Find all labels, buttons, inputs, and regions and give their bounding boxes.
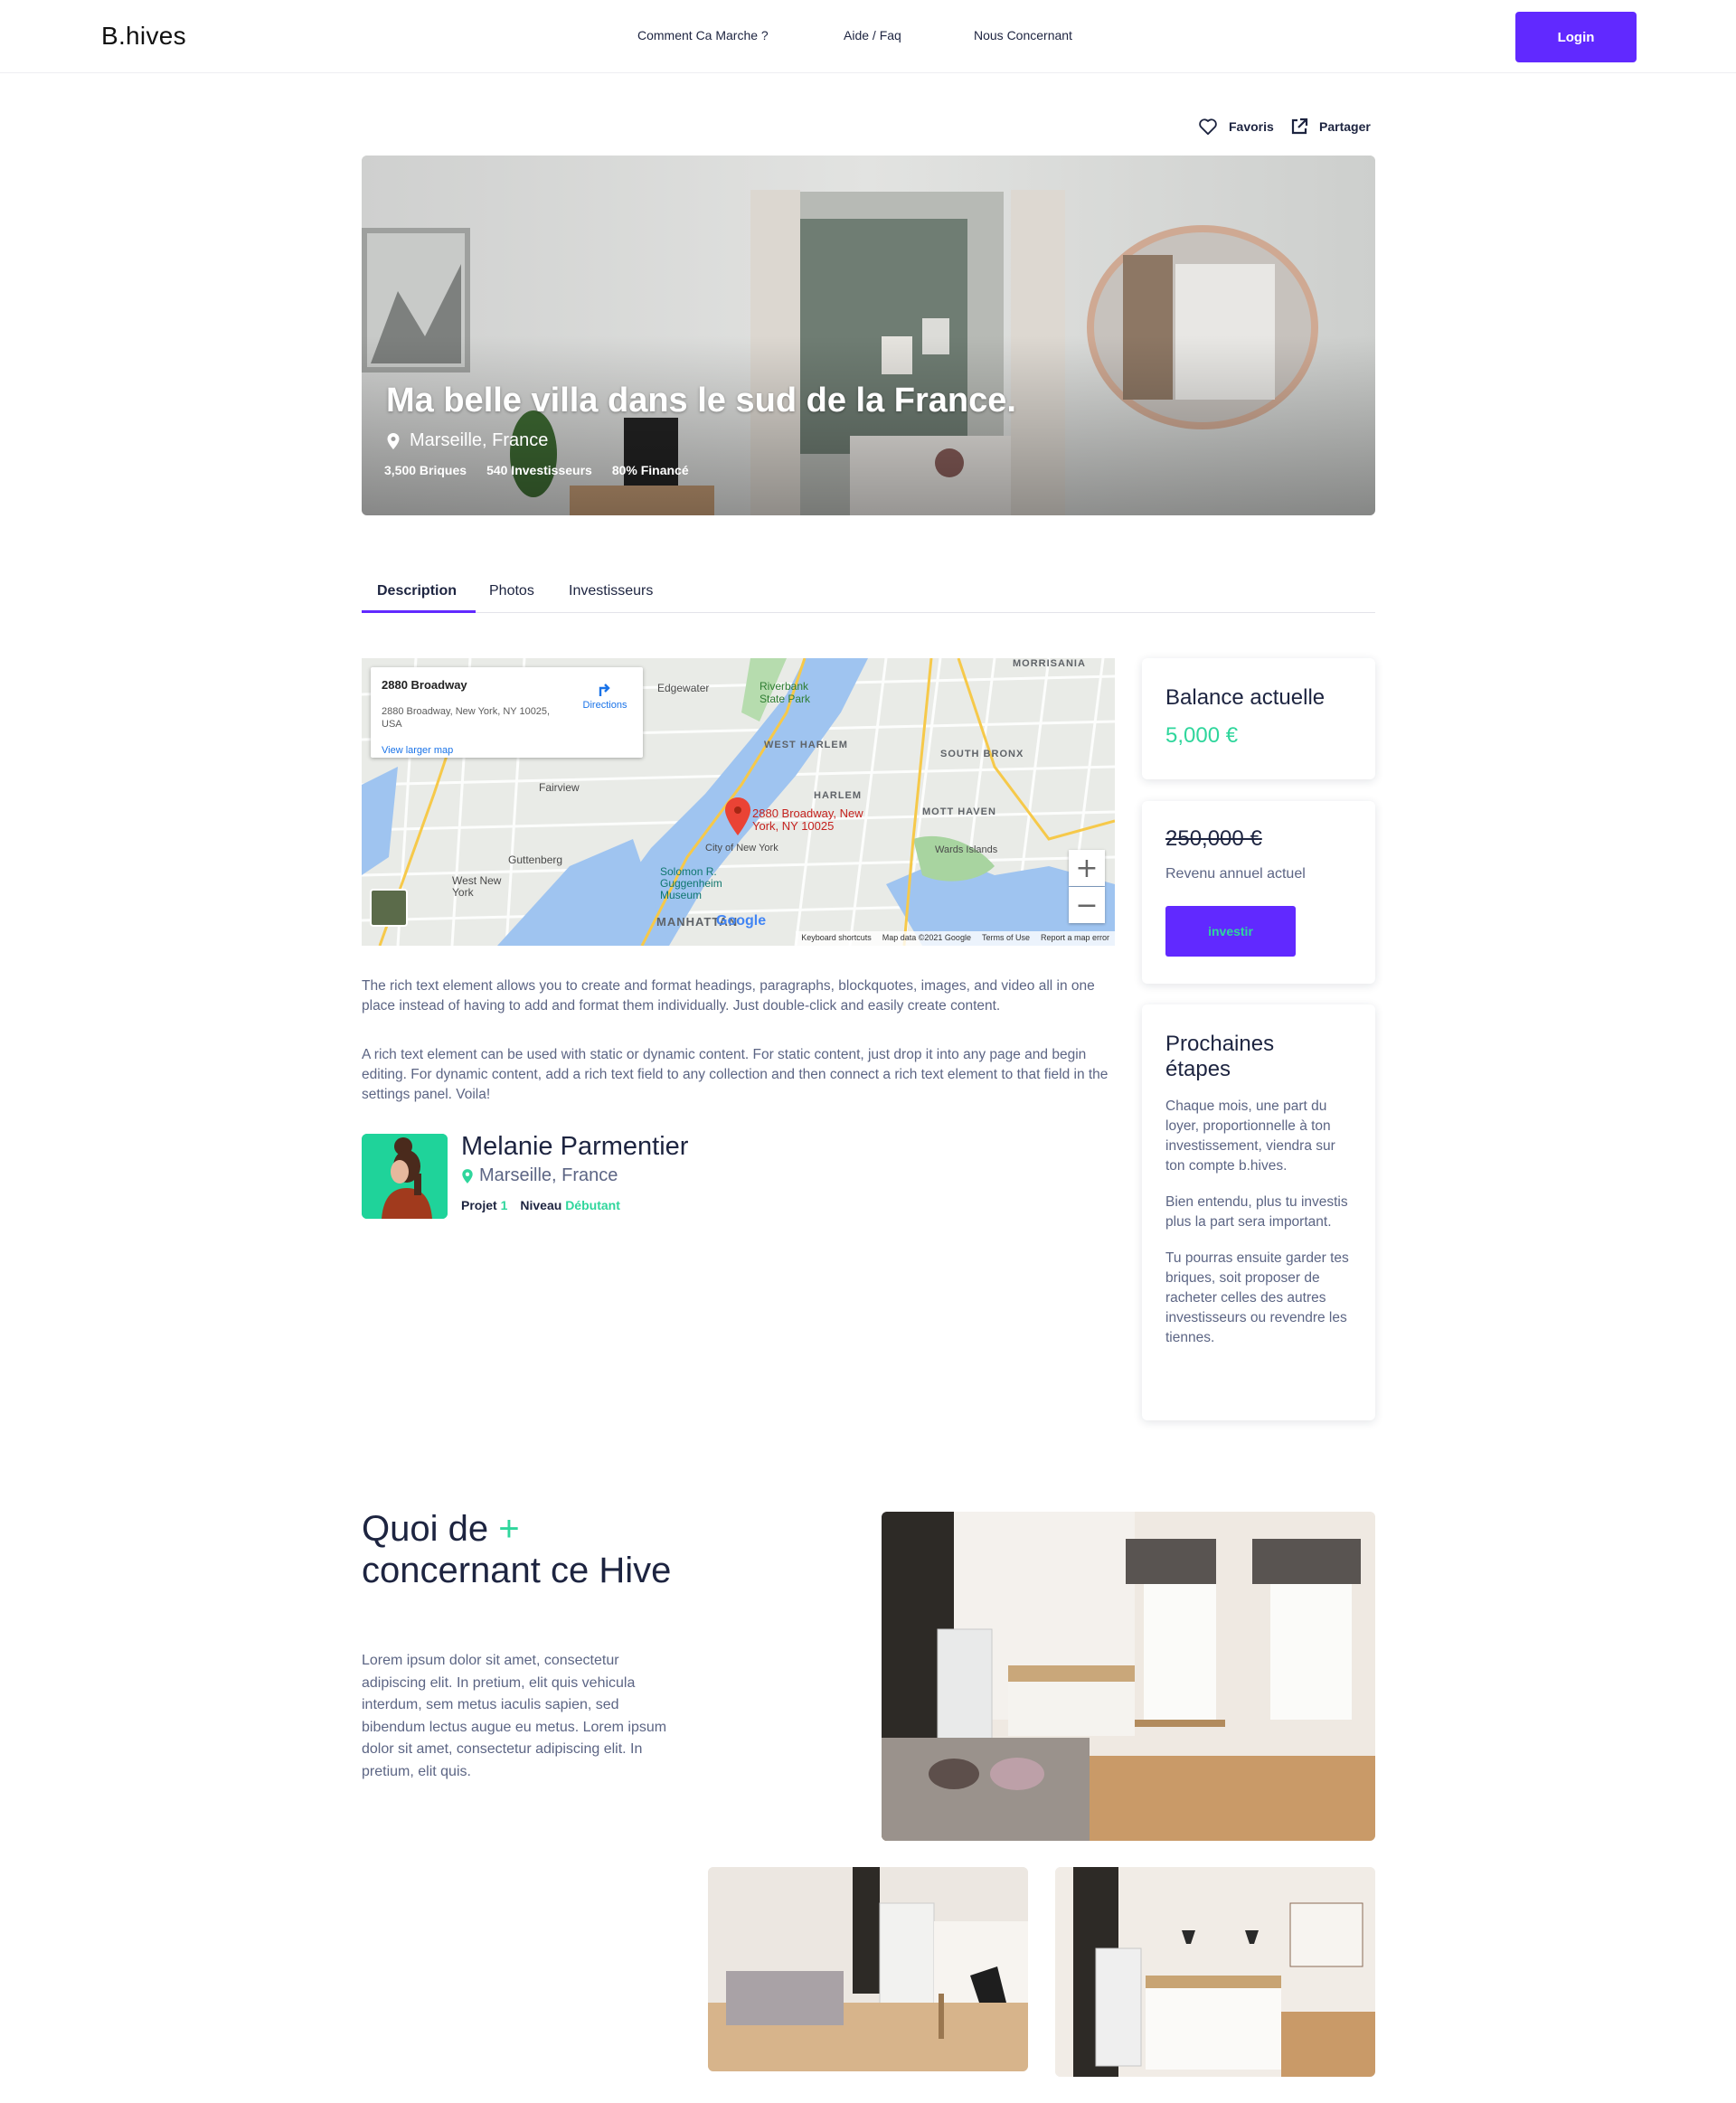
investment-card: 250,000 € Revenu annuel actuel investir (1142, 801, 1375, 984)
projects-value: 1 (500, 1198, 508, 1212)
zoom-in-button[interactable]: + (1069, 850, 1105, 886)
kitchen-image-2 (1055, 1867, 1375, 2077)
map-footer-link[interactable]: Report a map error (1041, 933, 1109, 944)
map-label: Guttenberg (508, 853, 563, 866)
map-label: Fairview (539, 781, 580, 794)
property-location: Marseille, France (386, 430, 548, 451)
map-label: MOTT HAVEN (922, 806, 996, 817)
external-link-icon (1291, 118, 1308, 135)
about-title-post: concernant ce Hive (362, 1551, 672, 1590)
heart-icon (1199, 118, 1217, 136)
location-pin-icon (462, 1168, 473, 1184)
annual-revenue-label: Revenu annuel actuel (1165, 866, 1306, 882)
tab-bar: Description Photos Investisseurs (362, 570, 1375, 613)
map-footer-link[interactable]: Keyboard shortcuts (801, 933, 872, 944)
map-label: SOUTH BRONX (940, 749, 1024, 759)
kitchen-photo-large[interactable] (882, 1512, 1375, 1841)
hero-room-photo (362, 156, 1375, 515)
kitchen-image (882, 1512, 1375, 1841)
stat-investors: 540 Investisseurs (486, 463, 592, 477)
stat-funded: 80% Financé (611, 463, 689, 477)
view-larger-map-link[interactable]: View larger map (382, 745, 453, 756)
living-photo[interactable] (708, 1867, 1028, 2071)
invest-button[interactable]: investir (1165, 906, 1296, 957)
balance-card: Balance actuelle 5,000 € (1142, 658, 1375, 779)
about-text: Lorem ipsum dolor sit amet, consectetur … (362, 1653, 667, 1779)
next-steps-title: Prochaines étapes (1165, 1032, 1275, 1081)
logo[interactable]: B.hives (101, 22, 186, 51)
balance-title: Balance actuelle (1165, 685, 1326, 710)
login-button[interactable]: Login (1515, 12, 1637, 62)
about-title-pre: Quoi de (362, 1509, 499, 1549)
map-label: MORRISANIA (1013, 658, 1086, 669)
owner-level: Niveau Débutant (520, 1198, 619, 1212)
map-footer-text: Map data ©2021 Google (882, 933, 971, 942)
share-button[interactable]: Partager (1290, 118, 1371, 136)
map-place-card: 2880 Broadway 2880 Broadway, New York, N… (371, 667, 643, 758)
directions-button[interactable]: Directions (575, 678, 635, 711)
owner-name: Melanie Parmentier (461, 1132, 689, 1161)
property-price: 250,000 € (1165, 826, 1262, 851)
next-step-text: Bien entendu, plus tu investis plus la p… (1165, 1194, 1348, 1230)
map-label: Edgewater (657, 682, 710, 694)
next-step-text: Tu pourras ensuite garder tes briques, s… (1165, 1250, 1349, 1345)
balance-value: 5,000 € (1165, 723, 1239, 748)
location-pin-icon (387, 432, 400, 449)
active-tab-indicator (362, 610, 476, 613)
map-label: City of New York (705, 843, 778, 853)
projects-label: Projet (461, 1198, 497, 1212)
favorites-label: Favoris (1229, 119, 1274, 134)
kitchen-photo-small[interactable] (1055, 1867, 1375, 2077)
owner-projects: Projet 1 (461, 1198, 507, 1212)
nav-link-help-faq[interactable]: Aide / Faq (844, 28, 901, 42)
property-title: Ma belle villa dans le sud de la France. (386, 382, 1016, 420)
top-navbar: B.hives Comment Ca Marche ? Aide / Faq N… (0, 0, 1736, 73)
property-location-text: Marseille, France (410, 430, 549, 450)
map-label: WEST HARLEM (764, 740, 848, 750)
share-label: Partager (1319, 119, 1371, 134)
description-paragraph: The rich text element allows you to crea… (362, 978, 1095, 1014)
directions-label: Directions (582, 700, 627, 711)
owner-meta: Projet 1 Niveau Débutant (461, 1198, 620, 1212)
property-stats: 3,500 Briques 540 Investisseurs 80% Fina… (384, 463, 689, 477)
nav-link-about-us[interactable]: Nous Concernant (974, 28, 1072, 42)
map-label: HARLEM (814, 790, 863, 801)
owner-location-text: Marseille, France (479, 1165, 618, 1185)
tab-description[interactable]: Description (377, 583, 457, 599)
tab-photos[interactable]: Photos (489, 583, 534, 599)
directions-icon (599, 684, 610, 696)
map-label: Solomon R. Guggenheim Museum (660, 865, 722, 901)
map-pin-label: 2880 Broadway, New York, NY 10025 (752, 806, 863, 833)
map-label: Wards Islands (935, 844, 998, 855)
place-title: 2880 Broadway (382, 678, 467, 692)
map-footer-link[interactable]: Terms of Use (982, 933, 1030, 944)
avatar-portrait (362, 1134, 448, 1219)
level-label: Niveau (520, 1198, 562, 1212)
google-logo: Google (716, 913, 767, 929)
tab-investors[interactable]: Investisseurs (569, 583, 653, 599)
stat-bricks: 3,500 Briques (384, 463, 467, 477)
nav-link-how-it-works[interactable]: Comment Ca Marche ? (637, 28, 769, 42)
hero-banner: Ma belle villa dans le sud de la France.… (362, 156, 1375, 515)
plus-icon: + (498, 1509, 520, 1549)
avatar (362, 1134, 448, 1219)
place-address: 2880 Broadway, New York, NY 10025, USA (382, 706, 551, 730)
favorites-button[interactable]: Favoris (1198, 118, 1274, 136)
living-image (708, 1867, 1028, 2071)
description-paragraph: A rich text element can be used with sta… (362, 1047, 1109, 1102)
zoom-out-button[interactable]: − (1069, 887, 1105, 923)
owner-location: Marseille, France (461, 1165, 618, 1186)
level-value: Débutant (565, 1198, 620, 1212)
map-footer: Keyboard shortcuts Map data ©2021 Google… (796, 931, 1115, 946)
map-label: West New York (452, 874, 502, 899)
next-steps-card: Prochaines étapes Chaque mois, une part … (1142, 1004, 1375, 1420)
next-step-text: Chaque mois, une part du loyer, proporti… (1165, 1099, 1335, 1174)
google-map[interactable]: Edgewater Riverbank State Park WEST HARL… (362, 658, 1115, 946)
map-label: Riverbank State Park (760, 680, 811, 705)
about-title: Quoi de + concernant ce Hive (362, 1508, 687, 1591)
